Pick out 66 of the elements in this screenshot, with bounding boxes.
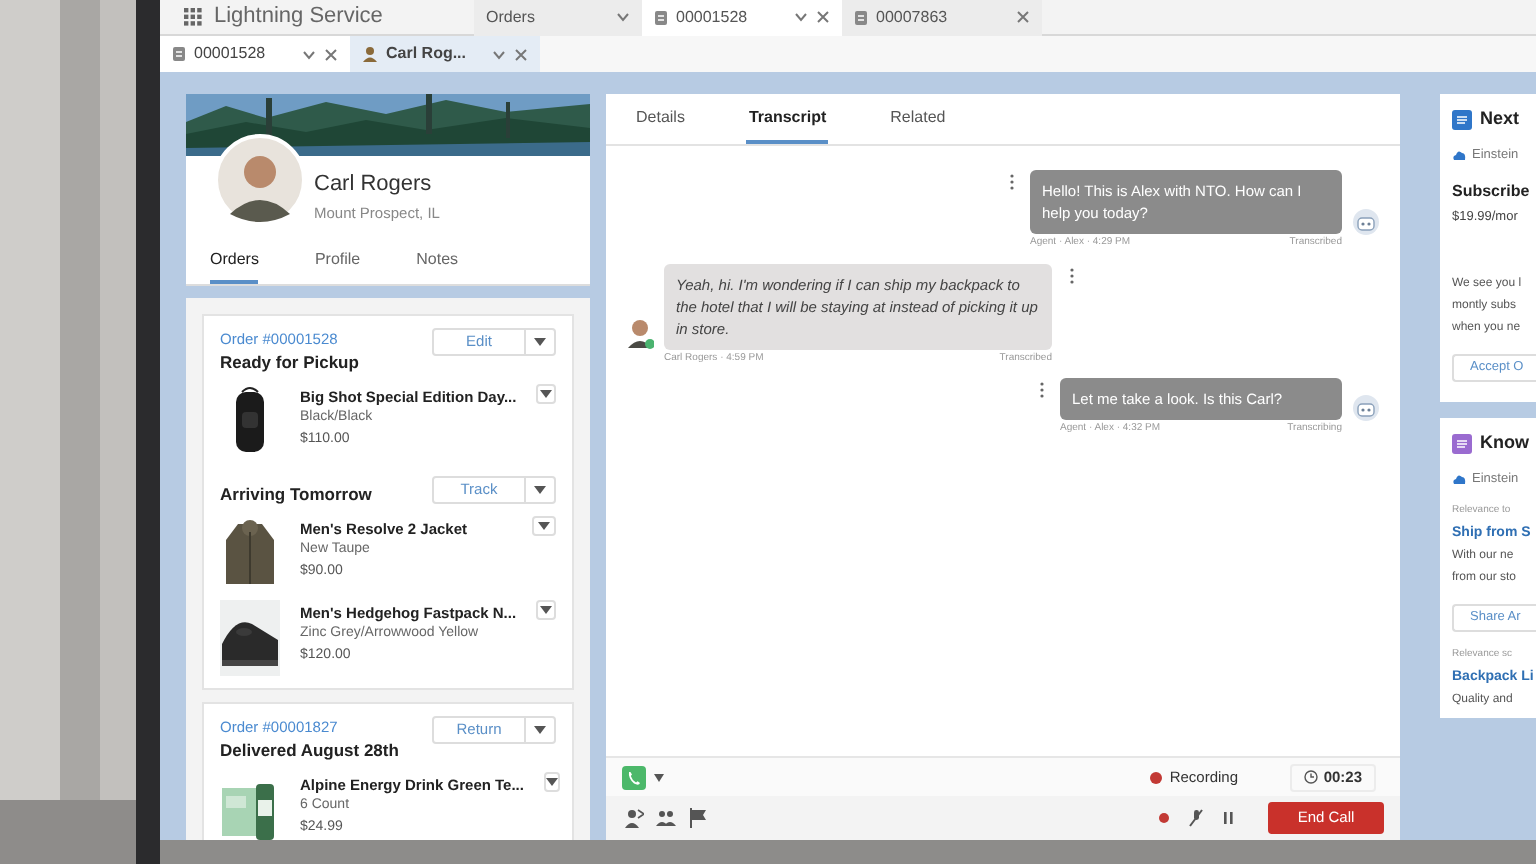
knowledge-icon xyxy=(1452,433,1472,454)
caret-icon xyxy=(794,12,808,22)
person-icon xyxy=(362,46,378,62)
caret-icon xyxy=(534,338,546,346)
mute-button[interactable] xyxy=(1184,806,1208,830)
cloud-icon xyxy=(1452,471,1466,486)
cloud-icon xyxy=(1452,147,1466,162)
record-subtab[interactable]: Carl Rog... xyxy=(350,36,540,72)
item-menu-button[interactable] xyxy=(532,515,556,536)
card-title: Know xyxy=(1480,430,1529,456)
avatar-icon xyxy=(626,318,654,350)
panel-tab[interactable]: Related xyxy=(888,106,948,144)
card-title: Next xyxy=(1480,106,1520,132)
caret-icon xyxy=(540,605,553,614)
caret-icon xyxy=(538,521,550,530)
record-icon xyxy=(1154,808,1174,828)
conference-button[interactable] xyxy=(654,806,678,830)
workspace-tab[interactable]: 00001528 xyxy=(642,0,842,35)
list-icon xyxy=(1452,109,1472,130)
panel-tab[interactable]: Transcript xyxy=(746,106,829,144)
caret-icon xyxy=(302,49,316,59)
phone-button[interactable] xyxy=(622,765,664,789)
item-menu-button[interactable] xyxy=(536,599,556,620)
profile-tab[interactable]: Orders xyxy=(210,248,259,284)
document-icon xyxy=(172,46,186,62)
recording-dot-icon xyxy=(1149,771,1162,783)
caret-icon xyxy=(540,390,553,398)
flag-button[interactable] xyxy=(686,806,710,830)
item-menu-button[interactable] xyxy=(536,384,556,404)
phone-icon xyxy=(622,765,646,789)
document-icon xyxy=(654,9,668,25)
panel-tab[interactable]: Details xyxy=(634,106,687,144)
customer-name: Carl Rogers xyxy=(314,170,434,200)
record-subtab[interactable]: 00001528 xyxy=(160,36,350,72)
pause-icon xyxy=(1218,808,1238,828)
robot-icon xyxy=(1352,207,1380,235)
avatar-icon xyxy=(214,134,306,226)
close-icon xyxy=(514,47,528,61)
conference-icon xyxy=(656,808,676,828)
profile-tab[interactable]: Notes xyxy=(416,248,459,284)
workspace-tab[interactable]: Orders xyxy=(474,0,642,35)
close-icon xyxy=(816,10,830,24)
robot-icon xyxy=(1352,393,1380,421)
item-menu-button[interactable] xyxy=(543,771,560,792)
group-title: Ready for Pickup xyxy=(220,350,361,376)
caret-icon xyxy=(492,49,506,59)
offer-title: Subscribe xyxy=(1452,180,1532,205)
app-title: Lightning Service xyxy=(214,2,385,33)
caret-icon xyxy=(654,773,664,781)
flag-icon xyxy=(688,808,708,828)
workspace-tab[interactable]: 00007863 xyxy=(842,0,1042,35)
clock-icon xyxy=(1303,770,1318,784)
caret-icon xyxy=(534,725,546,734)
transfer-icon xyxy=(624,808,644,828)
group-title: Arriving Tomorrow xyxy=(220,482,374,508)
close-icon xyxy=(324,47,338,61)
group-title: Delivered August 28th xyxy=(220,738,401,764)
mute-icon xyxy=(1186,808,1206,828)
close-icon xyxy=(1016,10,1030,24)
document-icon xyxy=(854,9,868,25)
caret-icon xyxy=(534,486,546,494)
profile-tab[interactable]: Profile xyxy=(314,248,361,284)
app-launcher-icon xyxy=(184,8,202,26)
caret-icon xyxy=(545,777,558,786)
caret-icon xyxy=(616,12,630,22)
transfer-button[interactable] xyxy=(622,806,646,830)
